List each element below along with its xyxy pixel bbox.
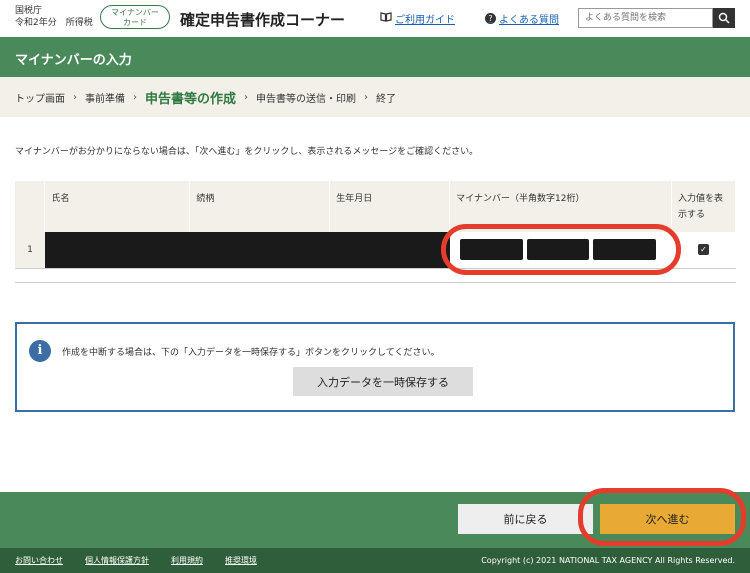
- breadcrumb: トップ画面 › 事前準備 › 申告書等の作成 › 申告書等の送信・印刷 › 終了: [0, 77, 750, 117]
- show-value-cell: ✓: [671, 232, 736, 269]
- footer-link-contact[interactable]: お問い合わせ: [15, 555, 63, 566]
- copyright: Copyright (c) 2021 NATIONAL TAX AGENCY A…: [481, 556, 735, 565]
- breadcrumb-step-current: 申告書等の作成: [145, 91, 237, 107]
- highlight-mynumber: [441, 224, 681, 275]
- question-icon: ?: [485, 13, 496, 24]
- header-relationship: 続柄: [189, 181, 331, 232]
- search-button[interactable]: [713, 8, 735, 28]
- search-input[interactable]: [578, 8, 713, 28]
- chevron-right-icon: ›: [364, 91, 369, 103]
- faq-link-label: よくある質問: [499, 15, 559, 26]
- breadcrumb-step-end: 終了: [376, 93, 397, 105]
- agency-label: 国税庁 令和2年分 所得税: [15, 5, 93, 29]
- site-title: 確定申告書作成コーナー: [180, 11, 346, 29]
- guide-link-label: ご利用ガイド: [395, 15, 455, 26]
- header-name: 氏名: [44, 181, 191, 232]
- chevron-right-icon: ›: [73, 91, 77, 103]
- guide-link[interactable]: ご利用ガイド: [380, 11, 455, 26]
- book-icon: [380, 12, 392, 25]
- breadcrumb-step-top: トップ画面: [15, 93, 65, 105]
- header-index: [15, 181, 46, 232]
- footer: お問い合わせ 個人情報保護方針 利用規約 推奨環境 Copyright (c) …: [0, 548, 750, 573]
- name-cell-redacted: [44, 232, 190, 269]
- header-birthdate: 生年月日: [329, 181, 451, 232]
- site-header: 国税庁 令和2年分 所得税 マイナンバー カード 確定申告書作成コーナー ご利用…: [0, 0, 750, 37]
- header-show-value: 入力値を表示する: [671, 181, 736, 232]
- mynumber-card-button[interactable]: マイナンバー カード: [100, 5, 170, 29]
- search-icon: [718, 9, 730, 28]
- relationship-cell-redacted: [189, 232, 330, 269]
- chevron-right-icon: ›: [244, 91, 249, 103]
- save-temp-button[interactable]: 入力データを一時保存する: [293, 367, 473, 396]
- mynumber-card-label-2: カード: [123, 18, 147, 27]
- footer-link-privacy[interactable]: 個人情報保護方針: [85, 555, 149, 566]
- mynumber-card-label-1: マイナンバー: [111, 8, 159, 17]
- footer-link-environment[interactable]: 推奨環境: [225, 555, 257, 566]
- chevron-right-icon: ›: [133, 91, 137, 103]
- footer-link-terms[interactable]: 利用規約: [171, 555, 203, 566]
- faq-link[interactable]: ? よくある質問: [485, 11, 559, 26]
- row-index: 1: [15, 232, 45, 269]
- page-title: マイナンバーの入力: [0, 37, 750, 77]
- info-box: i 作成を中断する場合は、下の「入力データを一時保存する」ボタンをクリックしてく…: [15, 322, 735, 412]
- breadcrumb-step-send: 申告書等の送信・印刷: [256, 93, 357, 105]
- tax-year: 令和2年分 所得税: [15, 18, 93, 28]
- breadcrumb-step-prep: 事前準備: [85, 93, 125, 105]
- back-button[interactable]: 前に戻る: [458, 504, 593, 534]
- agency-name: 国税庁: [15, 6, 43, 16]
- birthdate-cell-redacted: [329, 232, 450, 269]
- highlight-next: [578, 488, 746, 546]
- info-icon: i: [29, 340, 51, 362]
- notice-text: マイナンバーがお分かりにならない場合は、「次へ進む」をクリックし、表示されるメッ…: [15, 147, 479, 157]
- info-text: 作成を中断する場合は、下の「入力データを一時保存する」ボタンをクリックしてくださ…: [62, 348, 440, 358]
- checkbox-checked-icon[interactable]: ✓: [698, 244, 709, 256]
